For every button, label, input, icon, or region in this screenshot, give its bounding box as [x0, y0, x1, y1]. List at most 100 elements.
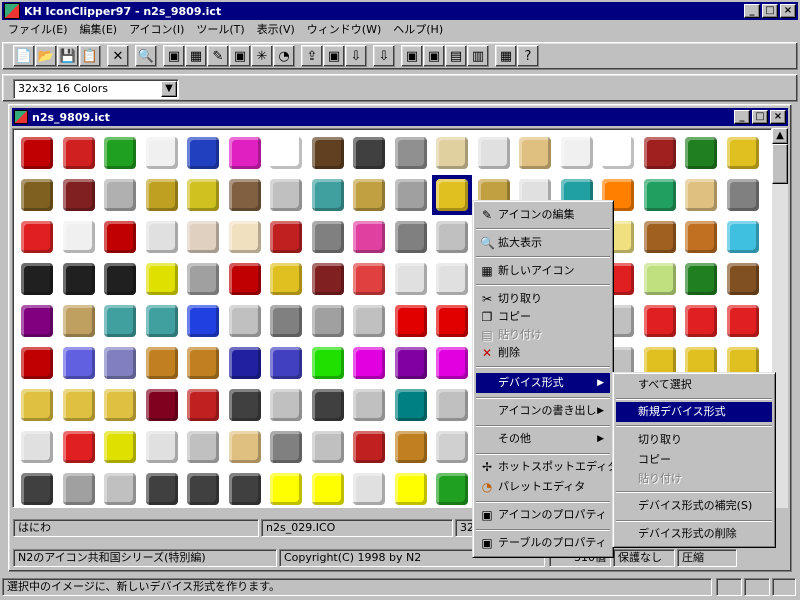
icon-cell[interactable]: [723, 133, 763, 173]
icon-cell[interactable]: [349, 343, 389, 383]
menu-icon[interactable]: アイコン(I): [123, 21, 190, 39]
icon-cell[interactable]: [225, 427, 265, 467]
chevron-down-icon[interactable]: ▼: [161, 81, 177, 97]
icon-cell[interactable]: [432, 385, 472, 425]
icon-cell[interactable]: [100, 133, 140, 173]
icon-cell[interactable]: [100, 385, 140, 425]
icon-cell[interactable]: [225, 133, 265, 173]
icon-cell[interactable]: [183, 385, 223, 425]
icon-cell[interactable]: [308, 301, 348, 341]
icon-cell[interactable]: [391, 259, 431, 299]
menu-file[interactable]: ファイル(E): [2, 21, 74, 39]
icon-cell[interactable]: [723, 175, 763, 215]
menu-item-other[interactable]: その他 ▶: [476, 429, 610, 449]
menu-item-export[interactable]: アイコンの書き出し ▶: [476, 401, 610, 421]
icon-cell[interactable]: [432, 133, 472, 173]
icon-cell[interactable]: [59, 217, 99, 257]
icon-cell[interactable]: [681, 133, 721, 173]
toolbar-button[interactable]: ▣: [401, 45, 423, 67]
icon-cell[interactable]: [142, 133, 182, 173]
icon-cell[interactable]: [349, 427, 389, 467]
icon-cell[interactable]: [266, 175, 306, 215]
scroll-up-button[interactable]: ▲: [772, 128, 788, 144]
icon-cell[interactable]: [432, 259, 472, 299]
icon-cell[interactable]: [308, 217, 348, 257]
icon-cell[interactable]: [349, 217, 389, 257]
icon-cell[interactable]: [308, 175, 348, 215]
menu-help[interactable]: ヘルプ(H): [387, 21, 449, 39]
menu-window[interactable]: ウィンドウ(W): [301, 21, 387, 39]
icon-cell[interactable]: [681, 217, 721, 257]
submenu-item-new-device-format[interactable]: 新規デバイス形式: [616, 402, 772, 422]
toolbar-button[interactable]: ✳: [251, 45, 273, 67]
child-minimize-button[interactable]: _: [734, 110, 750, 124]
icon-cell[interactable]: [183, 133, 223, 173]
icon-cell[interactable]: [266, 427, 306, 467]
icon-cell[interactable]: [59, 301, 99, 341]
toolbar-button[interactable]: 🔍: [135, 45, 157, 67]
submenu-item-paste[interactable]: 貼り付け: [616, 469, 772, 489]
toolbar-button[interactable]: 📂: [35, 45, 57, 67]
icon-cell[interactable]: [142, 427, 182, 467]
icon-cell[interactable]: [681, 301, 721, 341]
icon-cell[interactable]: [432, 343, 472, 383]
menu-edit[interactable]: 編集(E): [74, 21, 124, 39]
toolbar-button[interactable]: ▤: [445, 45, 467, 67]
menu-item-icon-properties[interactable]: ▣ アイコンのプロパティ: [476, 505, 610, 525]
icon-cell[interactable]: [266, 385, 306, 425]
toolbar-button[interactable]: ⇩: [345, 45, 367, 67]
icon-cell[interactable]: [59, 427, 99, 467]
icon-cell[interactable]: [225, 385, 265, 425]
submenu-item-delete-format[interactable]: デバイス形式の削除: [616, 524, 772, 544]
icon-cell[interactable]: [391, 133, 431, 173]
child-maximize-button[interactable]: □: [752, 110, 768, 124]
icon-cell[interactable]: [17, 343, 57, 383]
toolbar-button[interactable]: 📋: [79, 45, 101, 67]
icon-cell-selected[interactable]: [432, 175, 472, 215]
menu-view[interactable]: 表示(V): [251, 21, 301, 39]
icon-cell[interactable]: [225, 343, 265, 383]
icon-cell[interactable]: [308, 133, 348, 173]
icon-cell[interactable]: [474, 133, 514, 173]
toolbar-button[interactable]: ▣: [163, 45, 185, 67]
minimize-button[interactable]: _: [744, 4, 760, 18]
icon-cell[interactable]: [723, 301, 763, 341]
menu-item-device-format[interactable]: デバイス形式 ▶: [476, 373, 610, 393]
icon-cell[interactable]: [391, 469, 431, 507]
icon-cell[interactable]: [640, 133, 680, 173]
app-titlebar[interactable]: KH IconClipper97 - n2s_9809.ict _ □ ×: [2, 2, 798, 20]
icon-cell[interactable]: [100, 427, 140, 467]
icon-cell[interactable]: [349, 469, 389, 507]
menu-item-zoom[interactable]: 🔍 拡大表示: [476, 233, 610, 253]
icon-cell[interactable]: [183, 469, 223, 507]
icon-cell[interactable]: [59, 343, 99, 383]
icon-cell[interactable]: [432, 469, 472, 507]
icon-cell[interactable]: [432, 217, 472, 257]
icon-cell[interactable]: [391, 427, 431, 467]
icon-cell[interactable]: [598, 133, 638, 173]
icon-cell[interactable]: [640, 301, 680, 341]
toolbar-button[interactable]: ✕: [107, 45, 129, 67]
icon-cell[interactable]: [100, 301, 140, 341]
icon-cell[interactable]: [432, 427, 472, 467]
icon-cell[interactable]: [100, 259, 140, 299]
icon-cell[interactable]: [391, 301, 431, 341]
icon-cell[interactable]: [266, 469, 306, 507]
toolbar-button[interactable]: ▣: [323, 45, 345, 67]
toolbar-button[interactable]: ✎: [207, 45, 229, 67]
icon-cell[interactable]: [391, 343, 431, 383]
icon-cell[interactable]: [349, 385, 389, 425]
menu-item-edit-icon[interactable]: ✎ アイコンの編集: [476, 205, 610, 225]
menu-item-copy[interactable]: ❐ コピー: [476, 307, 610, 327]
scroll-thumb[interactable]: [772, 144, 788, 184]
icon-cell[interactable]: [266, 259, 306, 299]
icon-cell[interactable]: [142, 343, 182, 383]
icon-cell[interactable]: [59, 133, 99, 173]
icon-cell[interactable]: [100, 469, 140, 507]
toolbar-button[interactable]: ⇪: [301, 45, 323, 67]
icon-cell[interactable]: [17, 217, 57, 257]
icon-cell[interactable]: [308, 259, 348, 299]
toolbar-button[interactable]: ?: [517, 45, 539, 67]
icon-cell[interactable]: [640, 175, 680, 215]
icon-cell[interactable]: [349, 133, 389, 173]
